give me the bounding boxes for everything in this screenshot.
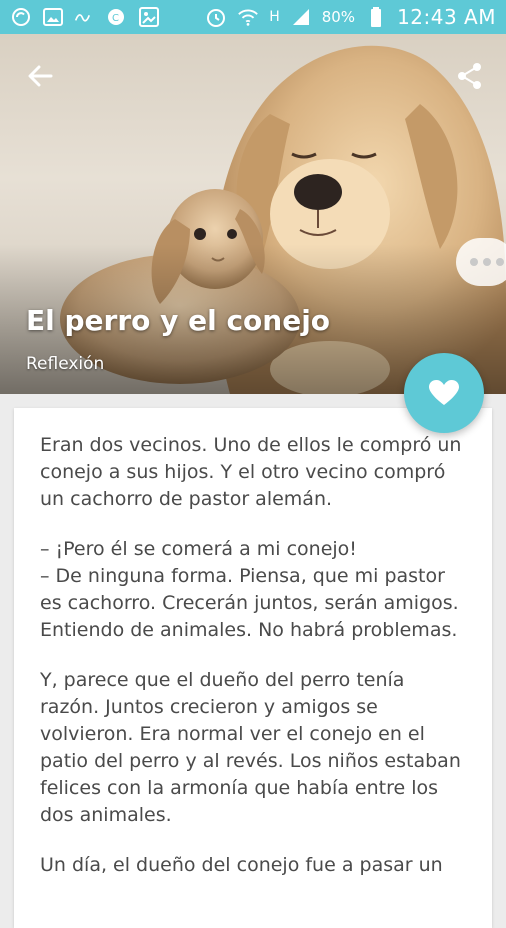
favorite-button[interactable]: [404, 353, 484, 433]
share-button[interactable]: [450, 56, 490, 96]
arrow-left-icon: [28, 65, 53, 87]
alarm-icon: [205, 6, 227, 28]
article-paragraph: – ¡Pero él se comerá a mi conejo! – De n…: [40, 538, 459, 641]
hero-image: El perro y el conejo Reflexión: [0, 34, 506, 394]
status-bar: C H 80% 12:43 AM: [0, 0, 506, 34]
article-card: Eran dos vecinos. Uno de ellos le compró…: [14, 408, 492, 928]
signal-icon: [290, 6, 312, 28]
photos-icon: [138, 6, 160, 28]
wifi-icon: [237, 6, 259, 28]
battery-icon: [365, 6, 387, 28]
plex-icon: [74, 6, 96, 28]
heart-icon: [429, 380, 459, 405]
share-icon: [458, 63, 481, 89]
article-paragraph: Eran dos vecinos. Uno de ellos le compró…: [40, 434, 462, 510]
battery-percent: 80%: [321, 8, 356, 26]
status-bar-right: H 80% 12:43 AM: [205, 5, 496, 29]
image-icon: [42, 6, 64, 28]
network-type-label: H: [269, 9, 280, 25]
clock: 12:43 AM: [397, 5, 496, 29]
back-button[interactable]: [20, 56, 60, 96]
more-dots-icon: [470, 258, 478, 266]
article-paragraph: Y, parece que el dueño del perro tenía r…: [40, 669, 461, 826]
svg-text:C: C: [112, 13, 119, 24]
more-options-button[interactable]: [456, 238, 506, 286]
article-category: Reflexión: [26, 354, 105, 374]
weather-icon: C: [106, 6, 128, 28]
status-bar-left: C: [10, 6, 160, 28]
article-paragraph: Un día, el dueño del conejo fue a pasar …: [40, 854, 443, 876]
sync-icon: [10, 6, 32, 28]
article-title: El perro y el conejo: [26, 304, 331, 337]
